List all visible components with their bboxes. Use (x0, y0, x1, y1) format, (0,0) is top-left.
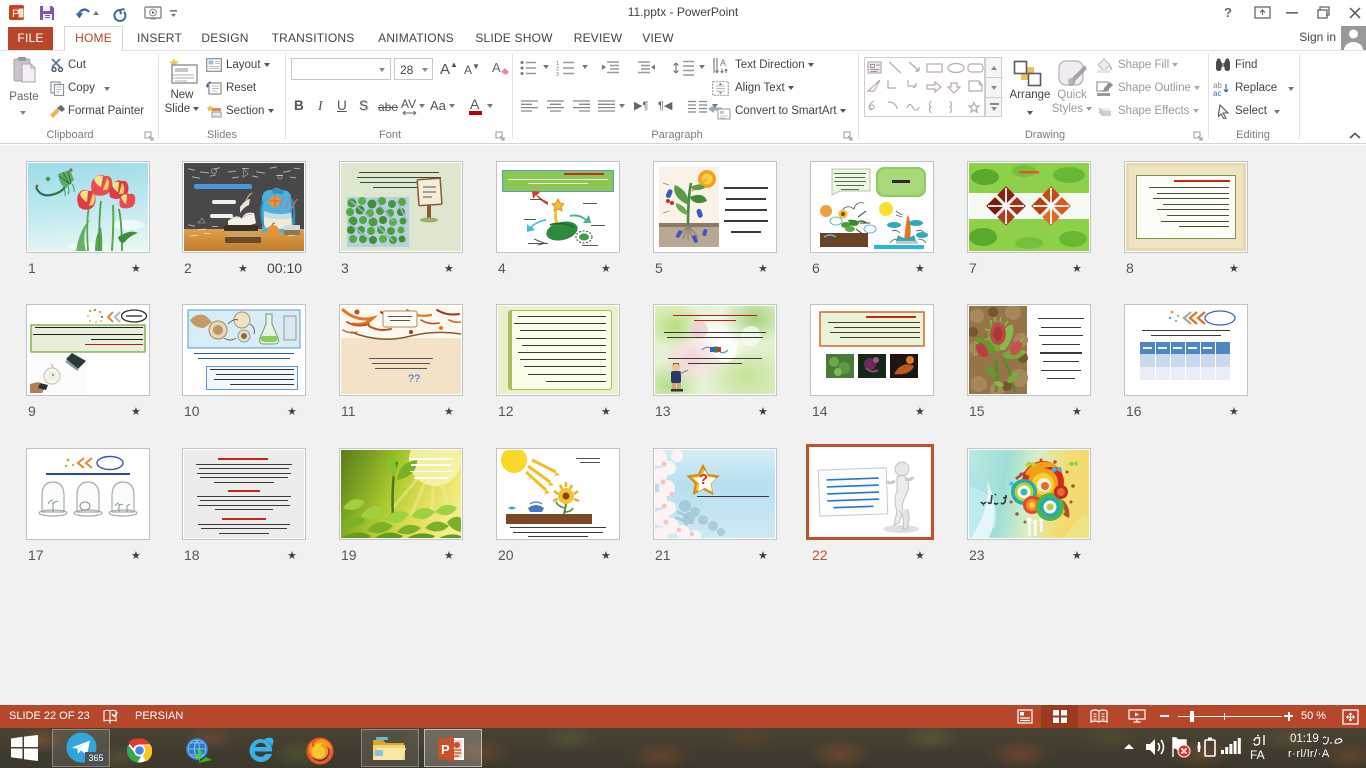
svg-text:??: ?? (408, 373, 420, 385)
svg-text:?: ? (699, 471, 708, 488)
svg-text:ac: ac (1213, 89, 1221, 97)
svg-text:A: A (720, 58, 726, 68)
svg-text:A: A (492, 60, 501, 75)
svg-text:P: P (441, 742, 450, 757)
svg-text:P: P (12, 8, 19, 20)
svg-text:3: 3 (556, 72, 559, 76)
svg-text:?: ? (1224, 5, 1232, 20)
